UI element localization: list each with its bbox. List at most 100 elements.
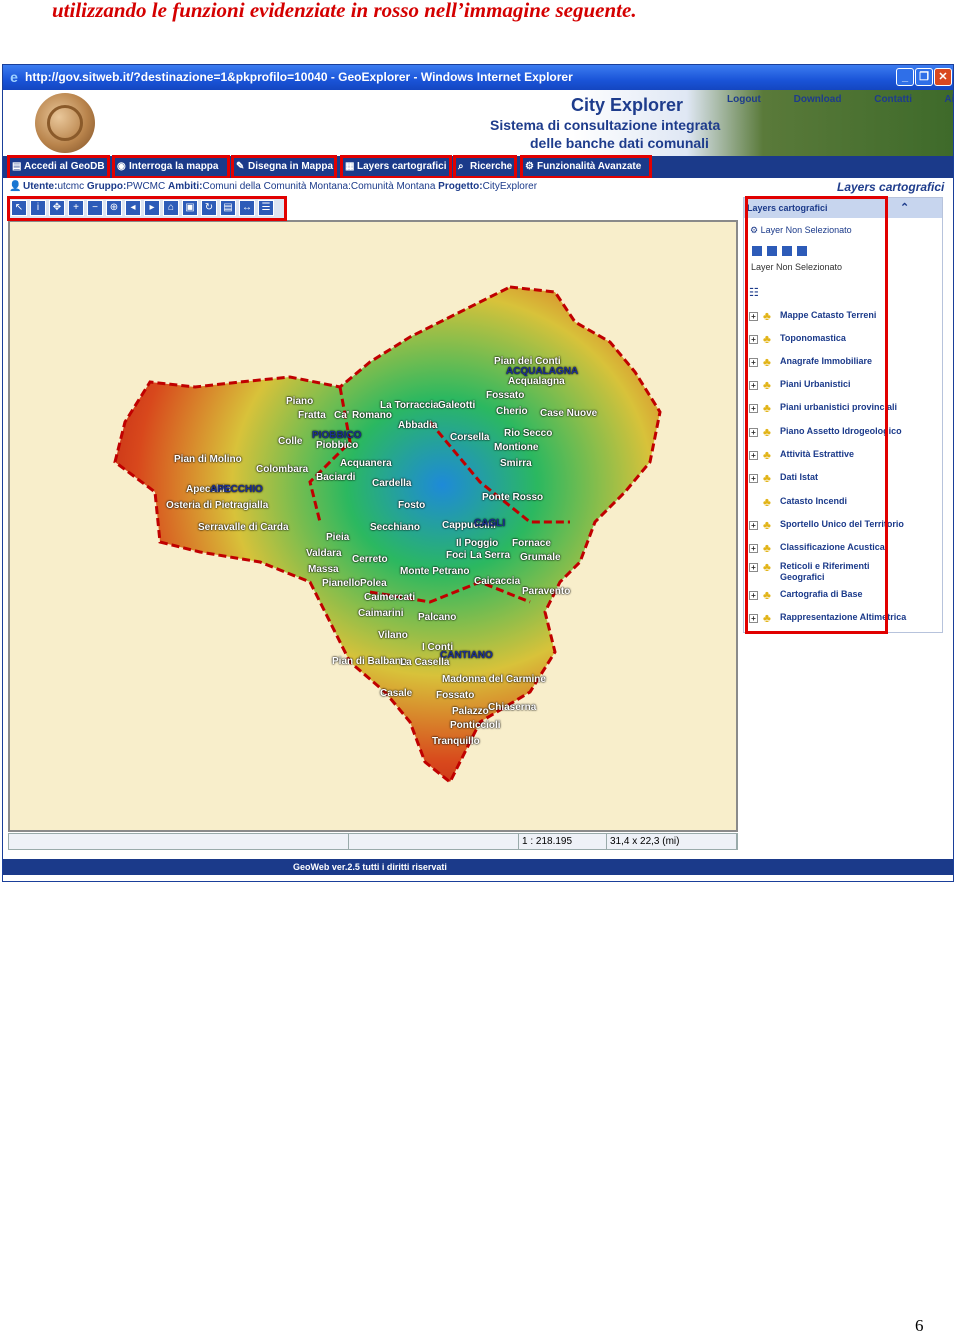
layer-icon: ♣ [763,588,771,602]
zoom-box-tool-icon[interactable]: ⊕ [106,200,122,216]
map-canvas[interactable] [8,220,738,832]
menu-label: Accedi al GeoDB [24,161,105,172]
pointer-tool-icon[interactable]: ↖ [11,200,27,216]
layers-icon: ▦ [345,161,355,172]
menu-label: Layers cartografici [357,161,447,172]
window-title: http://gov.sitweb.it/?destinazione=1&pkp… [25,70,573,84]
layers-panel-title: Layers cartografici [747,203,828,213]
pencil-icon: ✎ [236,161,245,172]
map-statusbar: 1 : 218.195 31,4 x 22,3 (mi) [8,833,738,850]
status-empty-1 [9,834,349,849]
app-title: City Explorer [571,95,684,115]
pan-tool-icon[interactable]: ✥ [49,200,65,216]
ammonite-logo-icon [35,93,95,153]
tree-root-icon[interactable]: ☷ [749,286,759,299]
minimize-button[interactable]: _ [896,68,914,86]
layer-icon: ♣ [763,560,771,574]
map-toolbar: ↖ i ✥ + − ⊕ ◂ ▸ ⌂ ▣ ↻ ▤ ↔ ☰ [8,197,284,219]
menu-interroga-mappa[interactable]: ◉ Interroga la mappa [112,155,230,179]
logout-link[interactable]: Logout [727,94,761,105]
zoom-layer-tool-icon[interactable]: ▣ [182,200,198,216]
layer-tool-4-icon[interactable] [796,245,808,257]
info-tool-icon[interactable]: i [30,200,46,216]
menu-ricerche[interactable]: ⌕ Ricerche [453,155,517,179]
layers-panel-header[interactable]: Layers cartografici ⌃ [744,198,942,218]
layer-selector[interactable]: ⚙ Layer Non Selezionato [750,225,852,236]
layer-caption: Layer Non Selezionato [751,262,843,272]
app-footer: GeoWeb ver.2.5 tutti i diritti riservati [3,859,953,875]
info-icon: ◉ [117,161,126,172]
expand-icon[interactable]: + [749,474,758,483]
layer-tool-2-icon[interactable] [766,245,778,257]
expand-icon[interactable]: + [749,312,758,321]
layer-tool-3-icon[interactable] [781,245,793,257]
search-icon: ⌕ [458,161,464,172]
menu-disegna-mappa[interactable]: ✎ Disegna in Mappa [231,155,337,179]
aiuto-link[interactable]: Aiuto [944,94,953,105]
layer-selector-label: Layer Non Selezionato [760,225,852,235]
map-scale: 1 : 218.195 [519,834,607,849]
layers-heading: Layers cartografici [837,180,945,194]
layer-icon: ♣ [763,495,771,509]
collapse-icon[interactable]: ⌃ [900,198,909,218]
page-number: 6 [915,1316,924,1335]
status-empty-2 [349,834,519,849]
expand-icon[interactable]: + [749,563,758,572]
layer-icon: ♣ [763,332,771,346]
window-titlebar: e http://gov.sitweb.it/?destinazione=1&p… [3,65,953,90]
maximize-button[interactable]: ❐ [915,68,933,86]
zoom-next-tool-icon[interactable]: ▸ [144,200,160,216]
layer-icon: ♣ [763,355,771,369]
ie-icon: e [10,69,18,85]
map-svg [113,285,662,785]
browser-window: e http://gov.sitweb.it/?destinazione=1&p… [2,64,954,882]
layer-icon: ♣ [763,425,771,439]
expand-icon[interactable]: + [749,335,758,344]
layer-icon: ♣ [763,448,771,462]
expand-icon[interactable]: + [749,358,758,367]
expand-icon[interactable]: + [749,521,758,530]
menu-label: Ricerche [470,161,513,172]
zoom-full-tool-icon[interactable]: ⌂ [163,200,179,216]
expand-icon[interactable]: + [749,591,758,600]
expand-icon[interactable]: + [749,428,758,437]
contatti-link[interactable]: Contatti [874,94,912,105]
layers-panel: Layers cartografici ⌃ ⚙ Layer Non Selezi… [743,197,943,633]
app-subtitle-line2: delle banche dati comunali [530,135,709,151]
user-info-bar: 👤 Utente:utcmc Gruppo:PWCMC Ambiti:Comun… [3,178,953,196]
layer-icon: ♣ [763,401,771,415]
zoom-prev-tool-icon[interactable]: ◂ [125,200,141,216]
gear-icon: ⚙ [750,225,759,235]
menu-accedi-geodb[interactable]: ▤ Accedi al GeoDB [7,155,110,179]
map-extent: 31,4 x 22,3 (mi) [607,834,737,849]
layer-icon: ♣ [763,611,771,625]
expand-icon[interactable]: + [749,451,758,460]
measure-tool-icon[interactable]: ↔ [239,200,255,216]
main-menu: ▤ Accedi al GeoDB ◉ Interroga la mappa ✎ Di… [3,155,953,179]
territory-shape [113,285,662,785]
document-heading: utilizzando le funzioni evidenziate in r… [52,0,637,22]
app-subtitle-line1: Sistema di consultazione integrata [490,117,721,133]
menu-funzionalita-avanzate[interactable]: ⚙ Funzionalità Avanzate [520,155,652,179]
zoom-in-tool-icon[interactable]: + [68,200,84,216]
download-link[interactable]: Download [794,94,842,105]
user-info: Utente:utcmc Gruppo:PWCMC Ambiti:Comuni … [23,181,538,192]
close-button[interactable]: ✕ [934,68,952,86]
print-tool-icon[interactable]: ▤ [220,200,236,216]
advanced-icon: ⚙ [525,161,534,172]
menu-label: Funzionalità Avanzate [537,161,642,172]
menu-layers-cartografici[interactable]: ▦ Layers cartografici [340,155,452,179]
expand-icon[interactable]: + [749,614,758,623]
layer-tool-1-icon[interactable] [751,245,763,257]
expand-icon[interactable]: + [749,544,758,553]
zoom-out-tool-icon[interactable]: − [87,200,103,216]
refresh-tool-icon[interactable]: ↻ [201,200,217,216]
top-links: Logout Download Contatti Aiuto [727,94,953,105]
layer-icon: ♣ [763,378,771,392]
menu-label: Disegna in Mappa [248,161,334,172]
expand-icon[interactable]: + [749,381,758,390]
legend-tool-icon[interactable]: ☰ [258,200,274,216]
expand-icon[interactable]: + [749,404,758,413]
document-icon: ▤ [12,161,22,172]
menu-label: Interroga la mappa [129,161,219,172]
